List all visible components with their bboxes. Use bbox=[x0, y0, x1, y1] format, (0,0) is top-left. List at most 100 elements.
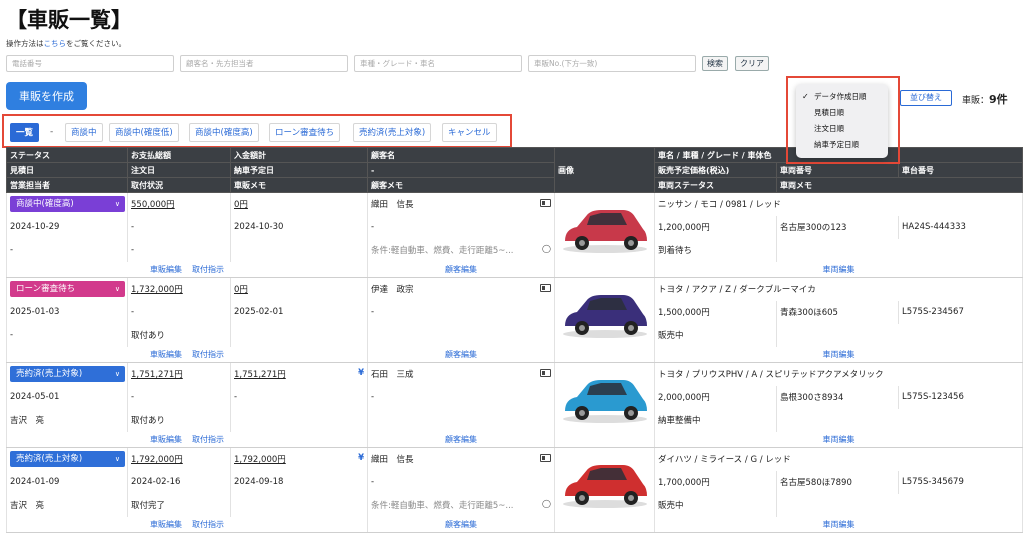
customer-name: 伊達 政宗 bbox=[371, 285, 414, 296]
contact-card-icon[interactable] bbox=[540, 454, 551, 463]
sale-number-input[interactable] bbox=[528, 55, 696, 72]
quote-date: 2025-01-03 bbox=[6, 300, 128, 324]
staff: 吉沢 亮 bbox=[6, 493, 128, 517]
customer-name: 石田 三成 bbox=[371, 370, 414, 381]
order-date: - bbox=[127, 300, 231, 324]
table-row: 2024-10-29 - 2024-10-30 - 1,200,000円 名古屋… bbox=[6, 215, 1024, 239]
status-select[interactable]: 商談中(確度高) ∨ bbox=[10, 196, 125, 213]
table-row: 車販編集 取付指示 顧客編集 車両編集 bbox=[6, 261, 1024, 278]
status-select[interactable]: 売約済(売上対象) ∨ bbox=[10, 451, 125, 468]
total-amount[interactable]: 1,792,000円 bbox=[131, 455, 183, 465]
contact-card-icon[interactable] bbox=[540, 199, 551, 208]
total-amount[interactable]: 1,732,000円 bbox=[131, 285, 183, 295]
install-link[interactable]: 取付指示 bbox=[192, 435, 224, 444]
status-select[interactable]: 売約済(売上対象) ∨ bbox=[10, 366, 125, 383]
staff: - bbox=[6, 238, 128, 262]
install-link[interactable]: 取付指示 bbox=[192, 350, 224, 359]
yen-icon[interactable]: ¥ bbox=[358, 368, 364, 378]
comment-icon[interactable]: ◯ bbox=[542, 499, 551, 508]
delivery-date: 2024-10-30 bbox=[230, 215, 368, 239]
search-button[interactable]: 検索 bbox=[702, 56, 728, 71]
edit-sale-link[interactable]: 車販編集 bbox=[150, 265, 182, 274]
order-date: - bbox=[127, 215, 231, 239]
sort-option-created[interactable]: ✓ データ作成日順 bbox=[796, 90, 888, 104]
tab-negotiating-low[interactable]: 商談中(確度低) bbox=[109, 123, 179, 142]
install-link[interactable]: 取付指示 bbox=[192, 520, 224, 529]
edit-customer-link[interactable]: 顧客編集 bbox=[445, 350, 477, 359]
tab-loan-review[interactable]: ローン審査待ち bbox=[269, 123, 341, 142]
sort-button[interactable]: 並び替え bbox=[900, 90, 952, 106]
sort-option-delivery[interactable]: 納車予定日順 bbox=[796, 138, 888, 152]
table-row: 車販編集 取付指示 顧客編集 車両編集 bbox=[6, 516, 1024, 533]
customer-name: 織田 信長 bbox=[371, 200, 414, 211]
table-row: 売約済(売上対象) ∨ 1,792,000円 1,792,000円 ¥ 織田 信長 … bbox=[6, 447, 1024, 517]
page-title: 【車販一覧】 bbox=[6, 8, 132, 32]
edit-vehicle-link[interactable]: 車両編集 bbox=[823, 435, 855, 444]
customer-input[interactable] bbox=[180, 55, 348, 72]
check-icon: ✓ bbox=[802, 92, 809, 101]
staff: 吉沢 亮 bbox=[6, 408, 128, 432]
vehicle-status: 納車整備中 bbox=[654, 408, 777, 432]
car-image bbox=[563, 294, 647, 338]
header-quote-date: 見積日 bbox=[6, 162, 128, 178]
car-image bbox=[563, 464, 647, 508]
vehicle-memo bbox=[775, 323, 1024, 347]
phone-input[interactable] bbox=[6, 55, 174, 72]
customer-sub: - bbox=[367, 385, 555, 409]
sale-price: 2,000,000円 bbox=[654, 385, 777, 409]
edit-customer-link[interactable]: 顧客編集 bbox=[445, 520, 477, 529]
vehicle-status: 販売中 bbox=[654, 493, 777, 517]
tab-dash[interactable]: - bbox=[50, 123, 53, 142]
help-text: 操作方法はこちらをご覧ください。 bbox=[6, 39, 126, 48]
contact-card-icon[interactable] bbox=[540, 284, 551, 293]
sort-option-quote[interactable]: 見積日順 bbox=[796, 106, 888, 120]
tab-all[interactable]: 一覧 bbox=[10, 123, 40, 142]
car-name: トヨタ / プリウスPHV / A / スピリテッドアクアメタリック bbox=[653, 362, 1024, 386]
chassis-number: L575S-345679 bbox=[897, 470, 1024, 494]
edit-customer-link[interactable]: 顧客編集 bbox=[445, 265, 477, 274]
install-link[interactable]: 取付指示 bbox=[192, 265, 224, 274]
help-link[interactable]: こちら bbox=[44, 39, 67, 48]
car-image bbox=[563, 209, 647, 253]
header-order-date: 注文日 bbox=[127, 162, 231, 178]
paid-amount[interactable]: 1,792,000円 bbox=[234, 455, 286, 465]
tab-sold[interactable]: 売約済(売上対象) bbox=[353, 123, 432, 142]
header-paid: 入金額計 bbox=[230, 147, 368, 163]
yen-icon[interactable]: ¥ bbox=[358, 453, 364, 463]
tab-negotiating[interactable]: 商談中 bbox=[65, 123, 103, 142]
edit-vehicle-link[interactable]: 車両編集 bbox=[823, 520, 855, 529]
customer-memo: 条件:軽自動車、燃費、走行距離5~... bbox=[371, 246, 514, 256]
clear-button[interactable]: クリア bbox=[735, 56, 769, 71]
create-sale-button[interactable]: 車販を作成 bbox=[6, 82, 87, 110]
car-name: ダイハツ / ミライース / G / レッド bbox=[653, 447, 1024, 471]
status-select[interactable]: ローン審査待ち ∨ bbox=[10, 281, 125, 298]
edit-sale-link[interactable]: 車販編集 bbox=[150, 435, 182, 444]
sale-memo bbox=[230, 238, 368, 262]
total-amount[interactable]: 1,751,271円 bbox=[131, 370, 183, 380]
paid-amount[interactable]: 0円 bbox=[234, 285, 248, 295]
header-customer-memo: 顧客メモ bbox=[367, 177, 555, 193]
paid-amount[interactable]: 1,751,271円 bbox=[234, 370, 286, 380]
edit-vehicle-link[interactable]: 車両編集 bbox=[823, 265, 855, 274]
edit-sale-link[interactable]: 車販編集 bbox=[150, 350, 182, 359]
sort-option-order[interactable]: 注文日順 bbox=[796, 122, 888, 136]
paid-amount[interactable]: 0円 bbox=[234, 200, 248, 210]
install-status: - bbox=[127, 238, 231, 262]
table-row: 売約済(売上対象) ∨ 1,751,271円 1,751,271円 ¥ 石田 三成 … bbox=[6, 362, 1024, 432]
tab-negotiating-high[interactable]: 商談中(確度高) bbox=[189, 123, 259, 142]
chassis-number: L575S-234567 bbox=[897, 300, 1024, 324]
contact-card-icon[interactable] bbox=[540, 369, 551, 378]
edit-customer-link[interactable]: 顧客編集 bbox=[445, 435, 477, 444]
total-amount[interactable]: 550,000円 bbox=[131, 200, 175, 210]
header-vehicle-memo: 車両メモ bbox=[775, 177, 1024, 193]
install-status: 取付あり bbox=[127, 408, 231, 432]
tab-cancel[interactable]: キャンセル bbox=[442, 123, 497, 142]
sale-count: 車販：9件 bbox=[962, 93, 1008, 106]
comment-icon[interactable]: ◯ bbox=[542, 244, 551, 253]
edit-vehicle-link[interactable]: 車両編集 bbox=[823, 350, 855, 359]
chassis-number: HA24S-444333 bbox=[897, 215, 1024, 239]
car-input[interactable] bbox=[354, 55, 522, 72]
edit-sale-link[interactable]: 車販編集 bbox=[150, 520, 182, 529]
car-name: ニッサン / モコ / 0981 / レッド bbox=[653, 192, 1024, 216]
header-sale-memo: 車販メモ bbox=[230, 177, 368, 193]
